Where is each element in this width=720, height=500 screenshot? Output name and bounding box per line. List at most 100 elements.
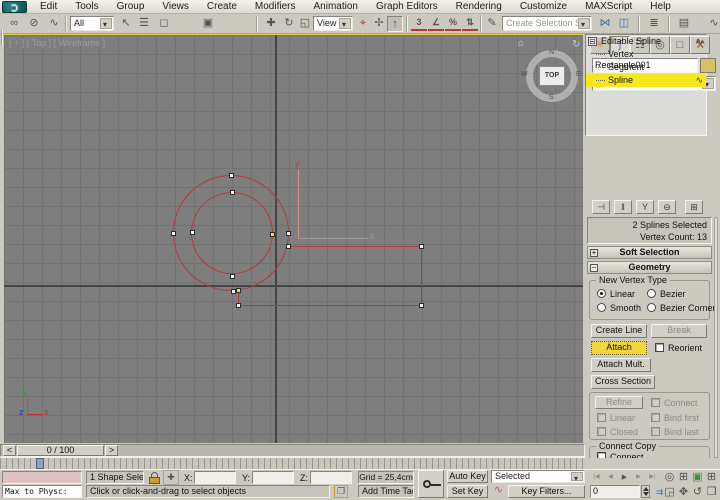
orbit-icon[interactable]: ↺ [691, 485, 704, 500]
previous-frame-icon[interactable]: ◀ [604, 470, 617, 486]
cross-section-button[interactable]: Cross Section [591, 375, 655, 389]
key-mode-dropdown[interactable]: Selected [491, 470, 585, 483]
radio-smooth[interactable] [597, 303, 606, 312]
edit-named-selection-sets-icon[interactable]: ✎ [484, 16, 500, 32]
attach-button[interactable]: Attach [591, 341, 647, 355]
chevron-down-icon[interactable] [571, 472, 583, 481]
selection-filter-dropdown[interactable]: All [70, 16, 114, 31]
connect-checkbox[interactable] [651, 398, 660, 407]
rect-spline-bottom-segment[interactable] [238, 305, 422, 306]
track-bar[interactable] [0, 457, 585, 469]
viewcube-east-label[interactable]: E [576, 71, 581, 78]
zoom-extents-all-icon[interactable]: ⊞ [705, 470, 718, 486]
current-frame-field[interactable]: 0 [590, 485, 640, 498]
absolute-offset-mode-icon[interactable]: ✚ [163, 470, 179, 485]
viewcube-top-face[interactable]: TOP [539, 66, 565, 86]
align-icon[interactable]: ◫ [616, 16, 632, 32]
vertex-selected[interactable] [270, 232, 275, 237]
menu-customize[interactable]: Customize [512, 0, 575, 13]
vertex[interactable] [230, 274, 235, 279]
pan-hand-icon[interactable]: ✥ [677, 485, 690, 500]
maximize-viewport-icon[interactable]: ❒ [705, 485, 718, 500]
rectangular-selection-region-icon[interactable]: ◻ [156, 16, 172, 32]
snap-toggle-3d-icon[interactable]: 3 [411, 16, 427, 31]
maxscript-listener-pink[interactable] [2, 471, 82, 484]
menu-edit[interactable]: Edit [32, 0, 65, 13]
zoom-icon[interactable]: ◎ [663, 470, 676, 486]
vertex[interactable] [171, 231, 176, 236]
stack-row-editable-spline[interactable]: ⊟ Editable Spline ∿ [586, 35, 706, 48]
menu-graph-editors[interactable]: Graph Editors [368, 0, 446, 13]
connect-copy-label[interactable]: Connect [610, 452, 644, 458]
layer-manager-icon[interactable]: ≣ [646, 16, 662, 32]
tree-collapse-icon[interactable]: ⊟ [588, 37, 597, 46]
rect-spline-right-segment[interactable] [421, 246, 422, 306]
set-key-button[interactable]: Set Key [447, 485, 488, 498]
bind-last-checkbox[interactable] [651, 427, 660, 436]
select-and-scale-icon[interactable]: ◱ [297, 16, 313, 32]
maxscript-listener-white[interactable]: Max to Physc: [2, 485, 82, 498]
reference-coordinate-dropdown[interactable]: View [313, 16, 353, 31]
radio-bezier-label[interactable]: Bezier [660, 289, 686, 299]
viewcube-rotate-icon[interactable]: ↻ [572, 39, 580, 50]
radio-bezier-corner[interactable] [647, 303, 656, 312]
vertex[interactable] [419, 244, 424, 249]
remove-modifier-icon[interactable]: ⊖ [658, 200, 676, 214]
time-prev-button[interactable]: < [3, 445, 16, 456]
time-next-button[interactable]: > [105, 445, 118, 456]
menu-views[interactable]: Views [154, 0, 197, 13]
viewport-top[interactable]: [ + ] [ Top ] [ Wireframe ] y x ⌂ ↻ [3, 34, 584, 444]
vertex-selected[interactable] [236, 288, 241, 293]
selection-lock-icon[interactable] [148, 471, 162, 485]
scene-explorer-icon[interactable]: ▤ [676, 16, 692, 32]
vertex[interactable] [190, 230, 195, 235]
menu-modifiers[interactable]: Modifiers [247, 0, 304, 13]
named-selection-sets-dropdown[interactable]: Create Selection Se [502, 16, 592, 31]
frame-spinner[interactable] [641, 485, 650, 498]
keyboard-shortcut-override-icon[interactable]: ↑ [387, 16, 403, 32]
make-unique-icon[interactable]: Y [636, 200, 654, 214]
z-coord-field[interactable] [310, 471, 352, 484]
bind-to-space-warp-icon[interactable]: ∿ [46, 16, 62, 32]
percent-snap-toggle-icon[interactable]: % [445, 16, 461, 31]
zoom-extents-icon[interactable]: ▣ [691, 470, 704, 486]
panel-scrollbar[interactable] [714, 217, 718, 458]
chevron-down-icon[interactable] [578, 18, 590, 29]
menu-animation[interactable]: Animation [305, 0, 365, 13]
gizmo-y-axis[interactable] [298, 170, 299, 238]
show-end-result-icon[interactable]: ‖ [614, 200, 632, 214]
window-crossing-icon[interactable]: ▣ [200, 16, 216, 32]
viewcube-north-label[interactable]: N [549, 49, 554, 56]
gizmo-x-axis[interactable] [298, 238, 368, 239]
vertex[interactable] [236, 303, 241, 308]
vertex[interactable] [286, 244, 291, 249]
viewcube-south-label[interactable]: S [549, 94, 554, 101]
rollout-geometry[interactable]: − Geometry [587, 261, 712, 274]
rollout-soft-selection[interactable]: + Soft Selection [587, 246, 712, 259]
create-line-button[interactable]: Create Line [591, 324, 647, 338]
go-to-end-icon[interactable]: ▶| [646, 470, 659, 486]
vertex[interactable] [419, 303, 424, 308]
reorient-checkbox[interactable] [655, 343, 664, 352]
select-by-name-icon[interactable]: ☰ [136, 16, 152, 32]
set-keys-button[interactable] [418, 470, 444, 498]
select-and-manipulate-icon[interactable]: ✢ [371, 16, 387, 32]
radio-smooth-label[interactable]: Smooth [610, 303, 641, 313]
configure-modifier-sets-icon[interactable]: ⊞ [685, 200, 703, 214]
select-and-link-icon[interactable]: ∞ [6, 16, 22, 32]
zoom-all-icon[interactable]: ⊞ [677, 470, 690, 486]
refine-button[interactable]: Refine [595, 396, 643, 409]
app-logo-icon[interactable] [2, 1, 27, 13]
rect-spline-top-segment[interactable] [288, 246, 422, 247]
stack-row-vertex[interactable]: Vertex [586, 48, 706, 61]
select-and-rotate-icon[interactable]: ↻ [281, 16, 297, 32]
bind-first-checkbox[interactable] [651, 413, 660, 422]
y-coord-field[interactable] [252, 471, 294, 484]
pin-stack-icon[interactable]: ⊣ [592, 200, 610, 214]
key-filters-button[interactable]: Key Filters... [508, 485, 585, 498]
inner-circle-spline[interactable] [191, 192, 273, 274]
collapse-icon[interactable]: − [590, 264, 598, 272]
home-icon[interactable]: ⌂ [518, 38, 524, 49]
vertex[interactable] [230, 190, 235, 195]
vertex[interactable] [286, 231, 291, 236]
